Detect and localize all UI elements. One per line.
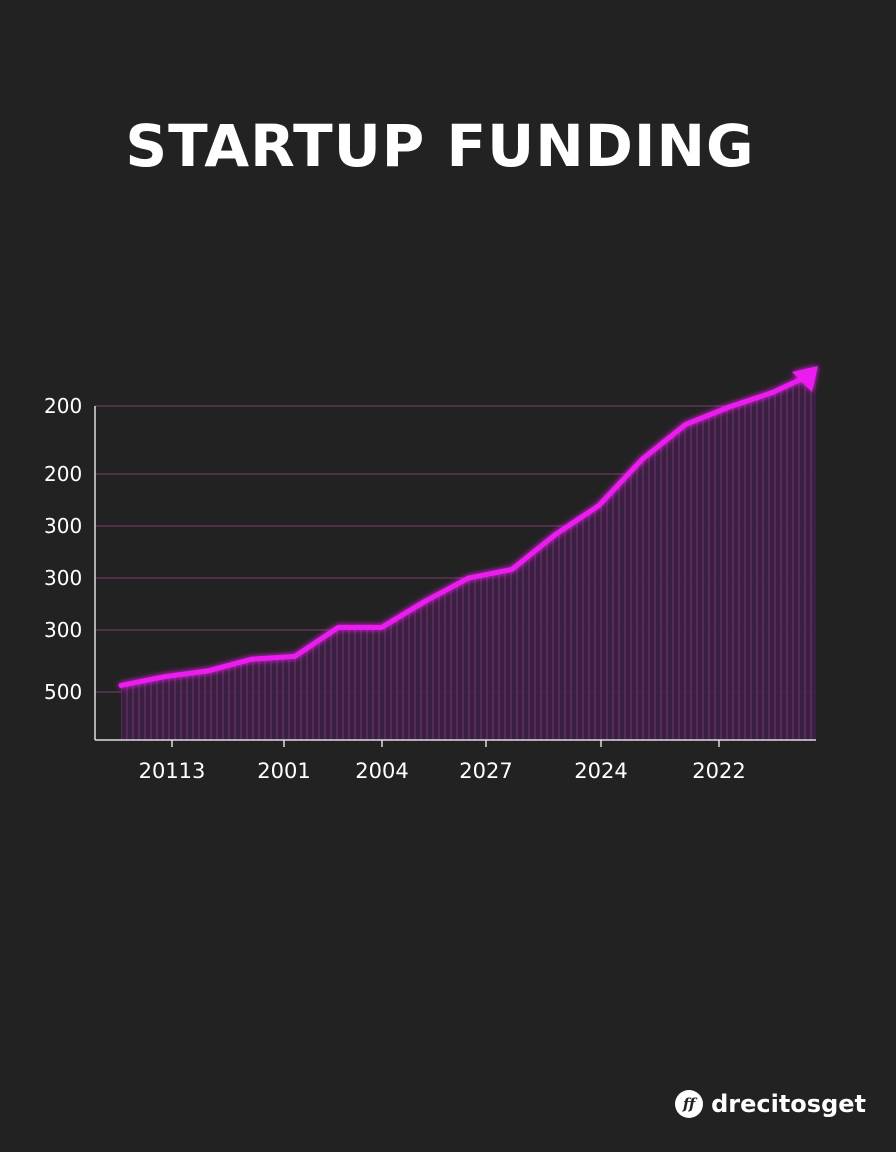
x-tick-label: 2001 <box>257 759 310 783</box>
data-point <box>509 567 515 572</box>
data-point <box>726 404 732 410</box>
x-axis-labels: 20113 2001 2004 2027 2024 2022 <box>139 740 746 783</box>
brand-name: drecitosget <box>711 1090 866 1118</box>
data-point <box>162 674 167 679</box>
y-tick-label: 500 <box>44 680 82 704</box>
area-region <box>121 375 816 740</box>
data-point <box>770 390 775 395</box>
y-tick-label: 200 <box>44 394 82 418</box>
chart-page: STARTUP FUNDING 200 200 300 300 300 500 20113… <box>0 0 896 1152</box>
data-point <box>422 599 428 604</box>
y-axis-labels: 200 200 300 300 300 500 <box>44 394 82 704</box>
x-tick-label: 2024 <box>574 759 627 783</box>
y-tick-label: 300 <box>44 514 82 538</box>
area-fill <box>121 375 816 740</box>
data-point <box>249 657 254 662</box>
x-tick-label: 2027 <box>459 759 512 783</box>
data-point <box>292 654 297 659</box>
chart-plot: 200 200 300 300 300 500 20113 2001 2004 2027 2024… <box>44 366 818 783</box>
data-point <box>205 668 211 674</box>
data-point <box>683 422 688 427</box>
x-tick-label: 2004 <box>355 759 408 783</box>
brand-logo-icon: ff <box>675 1090 704 1118</box>
data-point <box>596 503 602 508</box>
data-point <box>553 532 558 537</box>
y-tick-label: 200 <box>44 462 82 486</box>
data-point <box>379 625 384 630</box>
x-tick-label: 20113 <box>139 759 206 783</box>
y-tick-label: 300 <box>44 566 82 590</box>
data-point <box>640 457 645 462</box>
x-tick-label: 2022 <box>692 759 745 783</box>
data-point <box>466 575 471 581</box>
y-tick-label: 300 <box>44 618 82 642</box>
data-point <box>335 625 341 630</box>
brand-watermark: ff drecitosget <box>675 1090 866 1118</box>
data-point <box>118 683 124 688</box>
